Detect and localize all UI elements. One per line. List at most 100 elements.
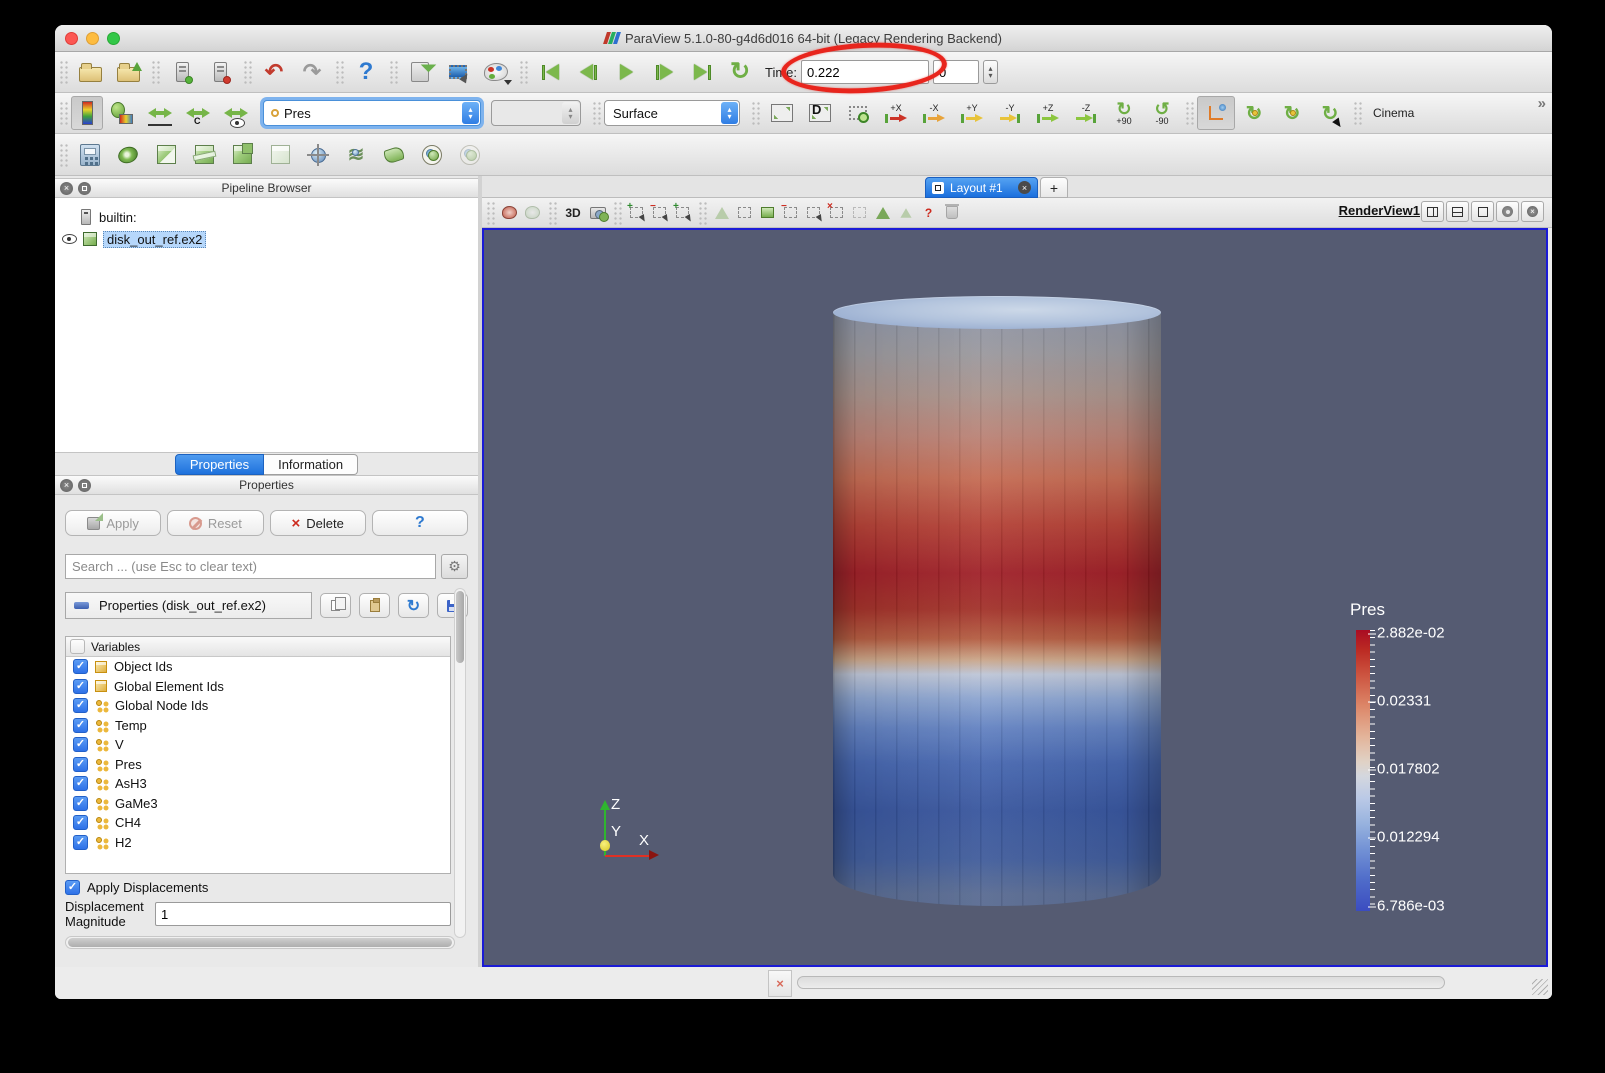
variable-checkbox[interactable]: ✓ — [73, 835, 88, 850]
color-by-dropdown[interactable]: Pres ▴▾ — [263, 100, 481, 126]
show-orientation-axes-button[interactable] — [1197, 96, 1235, 130]
tab-properties[interactable]: Properties — [175, 454, 264, 475]
variable-checkbox[interactable]: ✓ — [73, 757, 88, 772]
variable-row[interactable]: ✓H2 — [66, 833, 450, 853]
hover-points-button[interactable] — [894, 202, 917, 224]
view-plus-y-button[interactable]: +Y — [953, 96, 991, 130]
variable-row[interactable]: ✓CH4 — [66, 813, 450, 833]
component-dropdown[interactable]: ▴▾ — [491, 100, 581, 126]
toggle-color-legend-button[interactable] — [71, 96, 103, 130]
render-on-interaction-button[interactable] — [439, 55, 477, 89]
frame-spinner[interactable]: ▴▾ — [983, 60, 998, 84]
save-data-button[interactable] — [109, 55, 147, 89]
edit-color-map-mini-button[interactable] — [498, 202, 521, 224]
rescale-to-data-range-button[interactable] — [141, 96, 179, 130]
abort-progress-button[interactable]: × — [768, 970, 792, 997]
variable-row[interactable]: ✓V — [66, 735, 450, 755]
close-panel-icon[interactable]: × — [60, 479, 73, 492]
displacement-magnitude-input[interactable] — [155, 902, 451, 926]
clip-filter-button[interactable] — [147, 138, 185, 172]
interactive-select-points-button[interactable] — [802, 202, 825, 224]
variable-checkbox[interactable]: ✓ — [73, 737, 88, 752]
glyph-filter-button[interactable] — [299, 138, 337, 172]
paste-properties-button[interactable] — [359, 593, 390, 618]
interactive-select-cells-button[interactable]: − — [779, 202, 802, 224]
representation-dropdown[interactable]: Surface ▴▾ — [604, 100, 740, 126]
tab-layout-1[interactable]: Layout #1 × — [925, 177, 1038, 198]
close-panel-icon[interactable]: × — [60, 182, 73, 195]
undock-panel-icon[interactable] — [78, 182, 91, 195]
properties-horizontal-scrollbar[interactable] — [65, 936, 455, 949]
variable-row[interactable]: ✓Object Ids — [66, 657, 450, 677]
render-view-name[interactable]: RenderView1 — [1339, 203, 1420, 218]
connect-server-button[interactable] — [163, 55, 201, 89]
pipeline-item-builtin[interactable]: builtin: — [55, 206, 478, 228]
variable-row[interactable]: ✓Global Node Ids — [66, 696, 450, 716]
pipeline-item-source[interactable]: disk_out_ref.ex2 — [55, 228, 478, 250]
auto-apply-button[interactable] — [401, 55, 439, 89]
contour-filter-button[interactable] — [109, 138, 147, 172]
zoom-window-button[interactable] — [107, 32, 120, 45]
visibility-eye-icon[interactable] — [62, 234, 77, 244]
select-cells-polygon-button[interactable] — [710, 202, 733, 224]
variable-row[interactable]: ✓AsH3 — [66, 774, 450, 794]
tooltip-selection-button[interactable]: ? — [917, 202, 940, 224]
variable-checkbox[interactable]: ✓ — [73, 679, 88, 694]
close-view-button[interactable]: × — [1521, 201, 1544, 222]
reset-button[interactable]: Reset — [167, 510, 263, 536]
next-frame-button[interactable] — [645, 55, 683, 89]
previous-frame-button[interactable] — [569, 55, 607, 89]
search-options-button[interactable]: ⚙ — [441, 554, 468, 579]
last-frame-button[interactable] — [683, 55, 721, 89]
reload-properties-button[interactable]: ↻ — [398, 593, 429, 618]
disconnect-server-button[interactable] — [201, 55, 239, 89]
delete-button[interactable]: ×Delete — [270, 510, 366, 536]
first-frame-button[interactable] — [531, 55, 569, 89]
frame-number-input[interactable] — [933, 60, 979, 84]
variable-checkbox[interactable]: ✓ — [73, 776, 88, 791]
view-plus-x-button[interactable]: +X — [877, 96, 915, 130]
rotate-90-cw-button[interactable]: ↻+90 — [1105, 96, 1143, 130]
properties-vertical-scrollbar[interactable] — [454, 588, 466, 938]
view-minus-x-button[interactable]: -X — [915, 96, 953, 130]
extract-group-button[interactable] — [451, 138, 489, 172]
toggle-3d-mode-button[interactable]: 3D — [560, 202, 586, 224]
undo-button[interactable]: ↶ — [255, 55, 293, 89]
select-cells-through-button[interactable]: + — [671, 202, 694, 224]
redo-button[interactable]: ↷ — [293, 55, 331, 89]
minimize-window-button[interactable] — [86, 32, 99, 45]
variable-row[interactable]: ✓Pres — [66, 755, 450, 775]
grow-selection-button[interactable] — [848, 202, 871, 224]
select-block-button[interactable] — [756, 202, 779, 224]
close-tab-icon[interactable]: × — [1018, 181, 1031, 194]
variables-header-checkbox[interactable] — [70, 639, 85, 654]
view-minus-y-button[interactable]: -Y — [991, 96, 1029, 130]
time-input[interactable] — [801, 60, 929, 84]
variable-checkbox[interactable]: ✓ — [73, 815, 88, 830]
tab-information[interactable]: Information — [264, 454, 358, 475]
edit-color-map-button[interactable] — [103, 96, 141, 130]
play-button[interactable] — [607, 55, 645, 89]
variable-row[interactable]: ✓Global Element Ids — [66, 677, 450, 697]
extract-subset-button[interactable] — [261, 138, 299, 172]
reset-center-of-rotation-button[interactable]: ↻ — [1273, 96, 1311, 130]
variable-checkbox[interactable]: ✓ — [73, 659, 88, 674]
zoom-to-box-button[interactable] — [839, 96, 877, 130]
clear-selection-button[interactable] — [940, 202, 963, 224]
loop-button[interactable]: ↻ — [721, 55, 759, 89]
split-vertical-button[interactable] — [1446, 201, 1469, 222]
slice-filter-button[interactable] — [185, 138, 223, 172]
color-legend[interactable]: Pres 2.882e-02 0.02331 0.017802 0.012294… — [1350, 600, 1385, 620]
select-points-polygon-button[interactable] — [733, 202, 756, 224]
undock-panel-icon[interactable] — [78, 479, 91, 492]
variable-checkbox[interactable]: ✓ — [73, 718, 88, 733]
properties-section-header[interactable]: Properties (disk_out_ref.ex2) — [65, 592, 312, 619]
reset-camera-button[interactable] — [763, 96, 801, 130]
rescale-to-custom-range-button[interactable]: C — [179, 96, 217, 130]
view-minus-z-button[interactable]: -Z — [1067, 96, 1105, 130]
group-datasets-button[interactable] — [413, 138, 451, 172]
apply-button[interactable]: Apply — [65, 510, 161, 536]
toolbar-overflow-chevron[interactable]: » — [1538, 95, 1546, 112]
calculator-filter-button[interactable] — [71, 138, 109, 172]
help-button[interactable]: ? — [347, 55, 385, 89]
